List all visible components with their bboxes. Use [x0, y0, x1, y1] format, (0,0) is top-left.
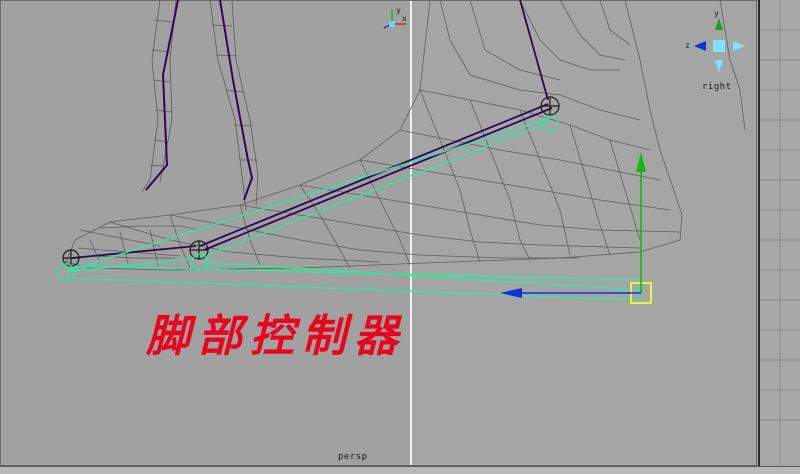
persp-axis-gizmo: y x — [383, 6, 407, 29]
view-cube-center[interactable] — [713, 40, 725, 52]
view-cube-z-label: z — [685, 41, 690, 50]
foot-mesh-wireframe[interactable] — [65, 0, 746, 271]
gizmo-y-label: y — [396, 6, 401, 15]
joint-ankle[interactable] — [540, 96, 560, 116]
foot-controller-annotation: 脚部控制器 — [146, 311, 406, 362]
view-cube-right-arrow-icon[interactable] — [733, 41, 745, 51]
character-legs-wireframe[interactable] — [141, 0, 259, 211]
move-y-arrow-icon[interactable] — [636, 152, 646, 172]
gizmo-x-label: x — [402, 14, 407, 23]
ik-chain[interactable] — [63, 117, 641, 301]
move-manipulator[interactable] — [500, 152, 646, 298]
view-cube-up-arrow-icon[interactable] — [715, 18, 723, 30]
ik-locators[interactable] — [57, 115, 559, 281]
move-z-arrow-icon[interactable] — [500, 288, 522, 298]
foot-bones — [71, 0, 553, 259]
scene-canvas[interactable]: y x y z — [0, 0, 800, 474]
right-view-label: right — [702, 82, 732, 92]
gizmo-center — [389, 21, 395, 27]
view-cube-down-arrow-icon[interactable] — [715, 60, 723, 72]
view-cube-y-label: y — [714, 9, 719, 18]
maya-workspace: y x y z persp right 脚部控制器 — [0, 0, 800, 474]
timeline-bar[interactable] — [0, 466, 800, 474]
view-cube-left-arrow-icon[interactable] — [694, 41, 706, 51]
view-cube[interactable]: y z — [685, 9, 745, 72]
persp-label: persp — [338, 452, 368, 462]
leg-bones — [145, 0, 254, 201]
side-grid — [760, 0, 800, 466]
